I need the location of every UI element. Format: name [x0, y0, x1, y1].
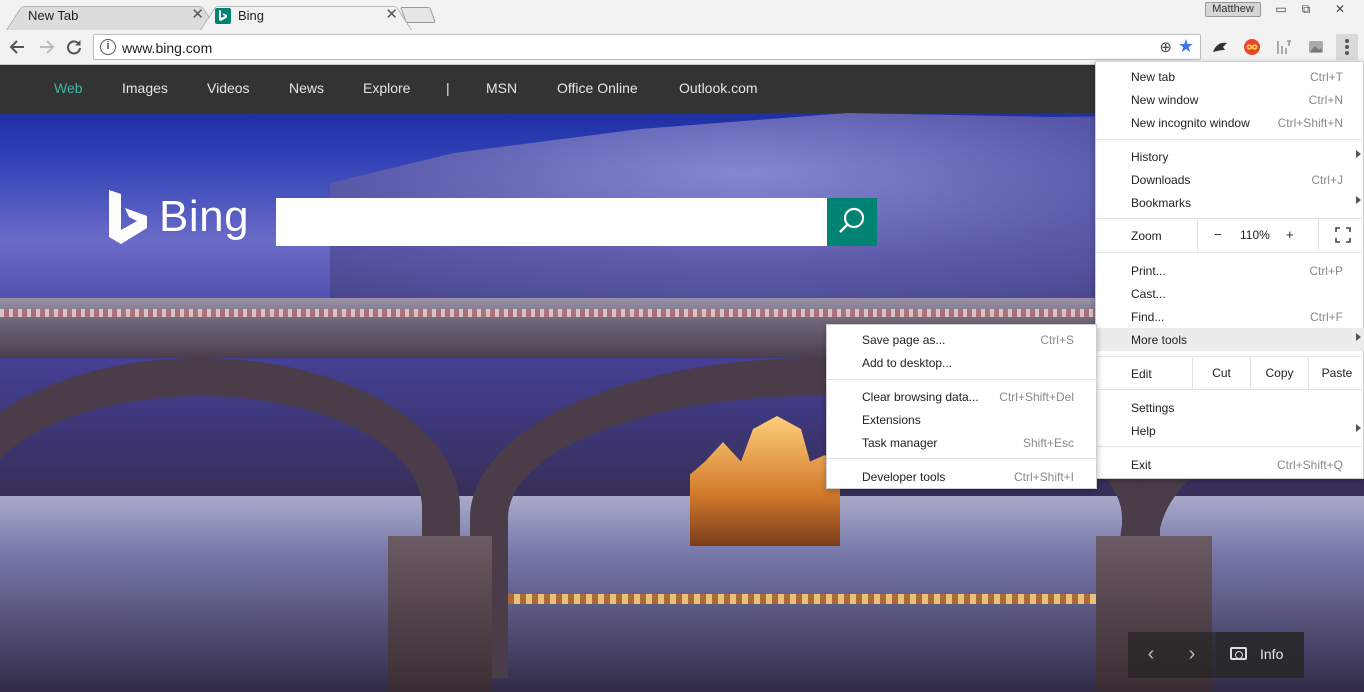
site-info-icon[interactable]: i	[100, 39, 116, 55]
menu-item-new-tab[interactable]: New tab Ctrl+T	[1096, 65, 1364, 88]
image-info-button[interactable]: Info	[1216, 632, 1304, 678]
bing-logo-icon	[109, 190, 147, 244]
bing-logo: Bing	[107, 190, 252, 246]
tab-close-icon[interactable]: ✕	[385, 6, 398, 24]
zoom-label: Zoom	[1131, 229, 1162, 243]
nav-office-online[interactable]: Office Online	[557, 80, 638, 96]
menu-item-new-incognito[interactable]: New incognito window Ctrl+Shift+N	[1096, 111, 1364, 134]
edit-label: Edit	[1131, 367, 1152, 381]
menu-item-find[interactable]: Find... Ctrl+F	[1096, 305, 1364, 328]
bookmark-star-icon[interactable]: ★	[1178, 36, 1194, 57]
fullscreen-button[interactable]	[1318, 219, 1364, 251]
menu-item-help[interactable]: Help	[1096, 419, 1364, 442]
menu-item-new-window[interactable]: New window Ctrl+N	[1096, 88, 1364, 111]
submenu-item-developer-tools[interactable]: Developer tools Ctrl+Shift+I	[827, 465, 1098, 488]
chrome-menu-button[interactable]	[1336, 34, 1358, 60]
submenu-arrow-icon	[1356, 333, 1361, 341]
zoom-level: 110%	[1240, 228, 1270, 242]
bing-logo-text: Bing	[159, 192, 250, 241]
nav-separator: |	[446, 80, 450, 96]
menu-item-history[interactable]: History	[1096, 145, 1364, 168]
menu-item-more-tools[interactable]: More tools	[1096, 328, 1364, 351]
more-tools-submenu: Save page as... Ctrl+S Add to desktop...…	[826, 324, 1098, 489]
submenu-item-extensions[interactable]: Extensions	[827, 408, 1098, 431]
browser-toolbar: i ⊕ ★	[0, 30, 1364, 65]
menu-item-downloads[interactable]: Downloads Ctrl+J	[1096, 168, 1364, 191]
edit-cut-button[interactable]: Cut	[1192, 357, 1250, 389]
tab-title: New Tab	[28, 8, 79, 23]
nav-outlook[interactable]: Outlook.com	[679, 80, 758, 96]
profile-button[interactable]: Matthew	[1205, 2, 1261, 17]
nav-msn[interactable]: MSN	[486, 80, 517, 96]
extension-infinity-icon[interactable]	[1243, 38, 1261, 56]
submenu-item-clear-browsing-data[interactable]: Clear browsing data... Ctrl+Shift+Del	[827, 385, 1098, 408]
extension-bird-icon[interactable]	[1211, 38, 1229, 56]
minimize-icon[interactable]: ▭	[1269, 2, 1293, 17]
tab-strip: New Tab ✕ Bing ✕ Matthew ▭ ⧉ ✕	[0, 0, 1364, 30]
menu-item-exit[interactable]: Exit Ctrl+Shift+Q	[1096, 453, 1364, 476]
menu-item-cast[interactable]: Cast...	[1096, 282, 1364, 305]
search-button[interactable]	[827, 198, 877, 246]
nav-news[interactable]: News	[289, 80, 324, 96]
search-input[interactable]	[276, 198, 828, 246]
search-icon	[839, 207, 865, 233]
submenu-item-save-page[interactable]: Save page as... Ctrl+S	[827, 328, 1098, 351]
menu-item-settings[interactable]: Settings	[1096, 396, 1364, 419]
chrome-main-menu: New tab Ctrl+T New window Ctrl+N New inc…	[1095, 61, 1364, 479]
image-info-label: Info	[1260, 646, 1284, 662]
submenu-arrow-icon	[1356, 424, 1361, 432]
menu-zoom-row: Zoom − 110% +	[1096, 219, 1364, 251]
tab-bing[interactable]: Bing ✕	[200, 1, 412, 30]
nav-images[interactable]: Images	[122, 80, 168, 96]
arrow-right-icon[interactable]	[36, 37, 56, 57]
arrow-left-icon[interactable]	[8, 37, 28, 57]
zoom-in-button[interactable]: +	[1286, 227, 1294, 242]
new-tab-button[interactable]	[400, 7, 436, 23]
menu-item-bookmarks[interactable]: Bookmarks	[1096, 191, 1364, 214]
edit-copy-button[interactable]: Copy	[1250, 357, 1308, 389]
zoom-icon[interactable]: ⊕	[1159, 38, 1172, 56]
menu-edit-row: Edit Cut Copy Paste	[1096, 357, 1364, 389]
camera-icon	[1230, 647, 1247, 660]
submenu-arrow-icon	[1356, 150, 1361, 158]
image-carousel-controls: ‹ › Info	[1128, 632, 1304, 678]
zoom-out-button[interactable]: −	[1214, 227, 1222, 242]
menu-item-print[interactable]: Print... Ctrl+P	[1096, 259, 1364, 282]
tab-title: Bing	[238, 8, 265, 23]
url-input[interactable]	[122, 40, 1022, 56]
edit-paste-button[interactable]: Paste	[1308, 357, 1364, 389]
extension-chart-icon[interactable]	[1275, 38, 1293, 56]
address-bar[interactable]: i ⊕ ★	[93, 34, 1201, 60]
submenu-item-task-manager[interactable]: Task manager Shift+Esc	[827, 431, 1098, 454]
chevron-right-icon[interactable]: ›	[1181, 643, 1203, 666]
bing-favicon-icon	[215, 8, 231, 24]
extension-image-icon[interactable]	[1307, 38, 1325, 56]
nav-videos[interactable]: Videos	[207, 80, 250, 96]
submenu-arrow-icon	[1356, 196, 1361, 204]
submenu-item-add-to-desktop[interactable]: Add to desktop...	[827, 351, 1098, 374]
window-close-icon[interactable]: ✕	[1326, 2, 1354, 17]
restore-icon[interactable]: ⧉	[1294, 2, 1318, 17]
tab-new-tab[interactable]: New Tab ✕	[6, 1, 218, 30]
nav-explore[interactable]: Explore	[363, 80, 410, 96]
chevron-left-icon[interactable]: ‹	[1140, 643, 1162, 666]
nav-web[interactable]: Web	[54, 80, 83, 96]
fullscreen-icon	[1335, 227, 1351, 243]
reload-icon[interactable]	[64, 37, 84, 57]
